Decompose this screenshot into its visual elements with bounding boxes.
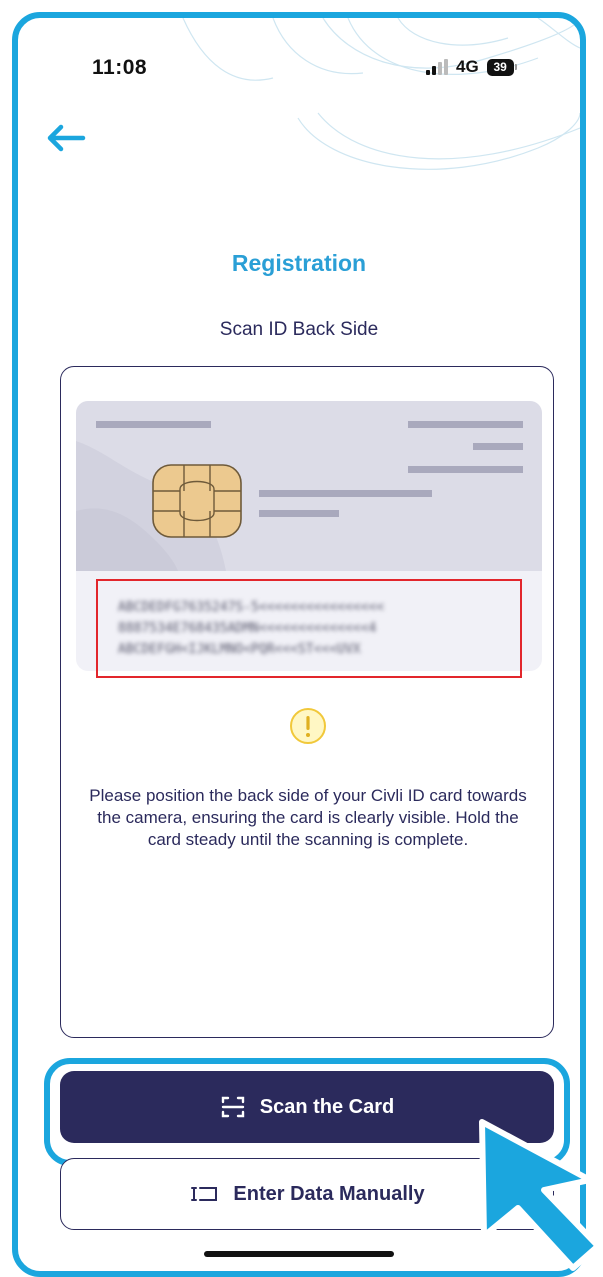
- scan-card-button[interactable]: Scan the Card: [60, 1071, 554, 1143]
- battery-level: 39: [486, 58, 514, 76]
- warning-icon: [290, 708, 326, 744]
- scan-card-label: Scan the Card: [259, 1095, 395, 1118]
- home-indicator: [204, 1251, 394, 1257]
- mrz-highlight-box: ABCDEDFG7635247S-5<<<<<<<<<<<<<<<< 88875…: [96, 579, 522, 678]
- arrow-left-icon: [47, 124, 86, 152]
- mrz-line-1: ABCDEDFG7635247S-5<<<<<<<<<<<<<<<<: [118, 600, 385, 615]
- scan-guide-panel: ABCDEDFG7635247S-5<<<<<<<<<<<<<<<< 88875…: [60, 366, 554, 1038]
- scan-instructions: Please position the back side of your Ci…: [89, 786, 527, 849]
- signal-icon: [426, 59, 448, 75]
- background-decoration: [182, 18, 580, 170]
- phone-screen: 11:08 4G 39 Registration Scan ID Back Si…: [12, 12, 586, 1277]
- status-time: 11:08: [92, 56, 148, 79]
- text-cursor-icon: [191, 1187, 218, 1201]
- enter-manually-label: Enter Data Manually: [233, 1182, 425, 1205]
- mrz-line-3: ABCDEFGH<IJKLMNO<PQR<<<ST<<<UVX: [118, 642, 361, 657]
- scan-frame-icon: [221, 1096, 244, 1118]
- page-subtitle: Scan ID Back Side: [219, 319, 379, 340]
- status-indicators: 4G 39: [426, 56, 517, 78]
- enter-manually-button[interactable]: Enter Data Manually: [60, 1158, 554, 1230]
- back-button[interactable]: [40, 118, 92, 158]
- network-type: 4G: [456, 57, 479, 76]
- mrz-line-2: 8887534E768435ADMN<<<<<<<<<<<<<<4: [118, 621, 377, 636]
- battery-icon: 39: [486, 58, 517, 76]
- sim-chip-icon: [152, 464, 242, 538]
- page-title: Registration: [231, 250, 367, 276]
